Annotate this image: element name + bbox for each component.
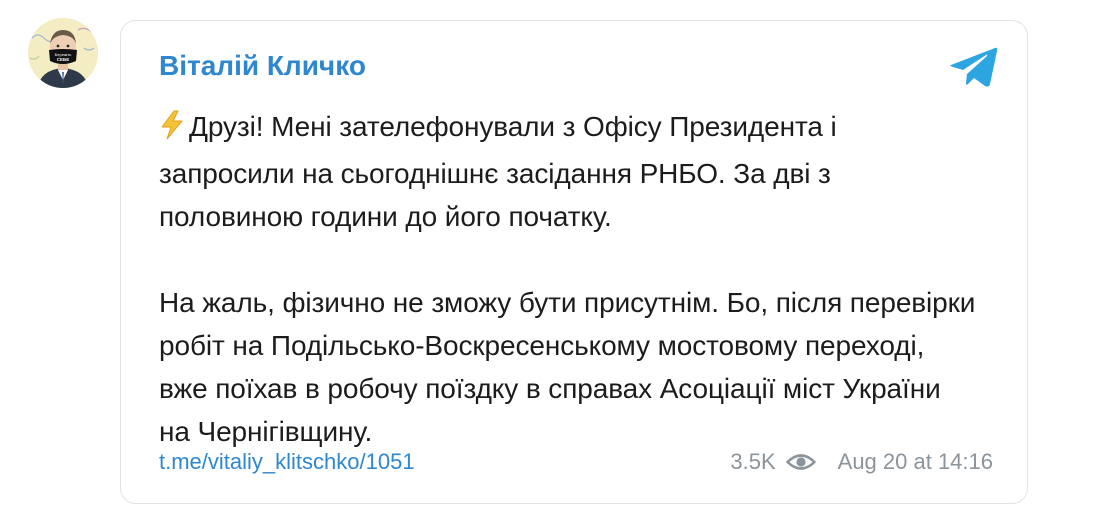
post-link[interactable]: t.me/vitaliy_klitschko/1051	[159, 445, 415, 479]
avatar-image: Бережіть СЕБЕ	[28, 18, 98, 88]
post-card: Віталій Кличко Друзі! Мені зателефонувал…	[120, 20, 1028, 504]
message-paragraph-1-text: Друзі! Мені зателефонували з Офісу Прези…	[159, 111, 837, 232]
mask-text-line2: СЕБЕ	[57, 57, 70, 62]
author-name[interactable]: Віталій Кличко	[159, 49, 366, 83]
message-paragraph-1: Друзі! Мені зателефонували з Офісу Прези…	[159, 105, 979, 238]
author-avatar[interactable]: Бережіть СЕБЕ	[28, 18, 98, 88]
message-paragraph-2: На жаль, фізично не зможу бути присутнім…	[159, 287, 976, 447]
lightning-emoji-icon	[159, 109, 185, 152]
telegram-logo-icon[interactable]	[949, 45, 999, 89]
message-body: Друзі! Мені зателефонували з Офісу Прези…	[159, 105, 979, 453]
post-date: Aug 20 at 14:16	[837, 449, 993, 474]
eye-icon	[785, 454, 816, 470]
post-footer: t.me/vitaliy_klitschko/1051 3.5K Aug 20 …	[159, 445, 993, 479]
post-meta: 3.5K Aug 20 at 14:16	[730, 445, 993, 479]
views-count: 3.5K	[730, 449, 776, 474]
